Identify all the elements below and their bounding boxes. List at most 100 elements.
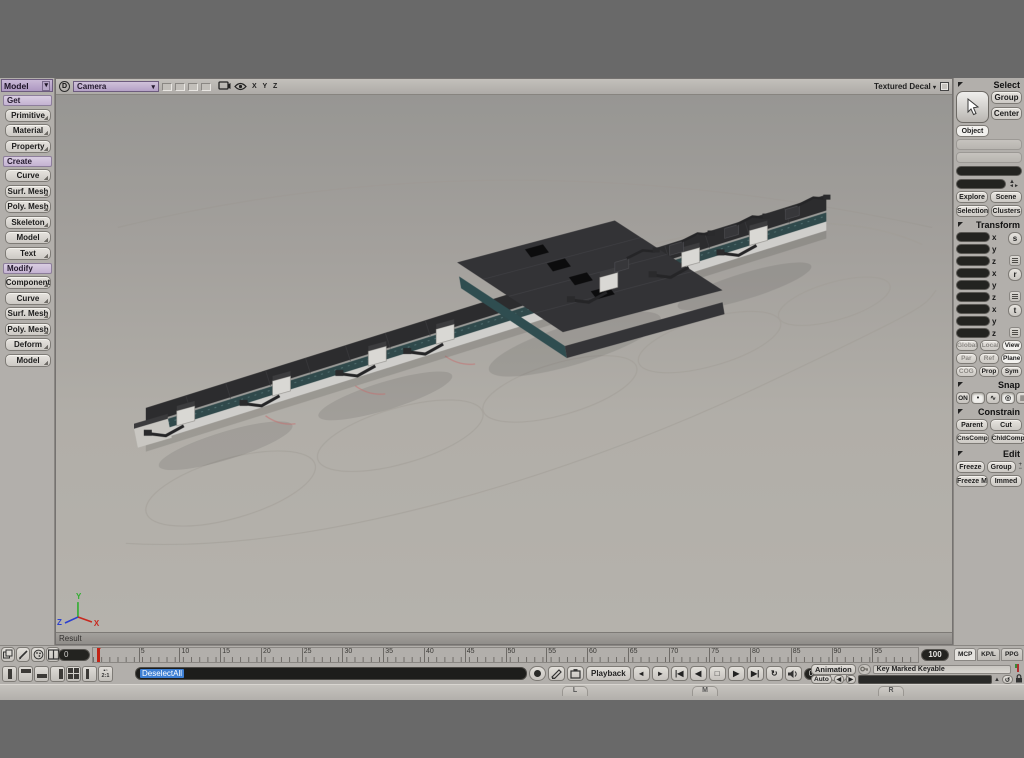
selection-text-field[interactable] [956,166,1022,176]
render-region-icon[interactable] [567,666,584,681]
key-icon[interactable] [858,664,871,675]
camera-icon[interactable] [218,78,231,96]
frame-step-back-button[interactable]: ◂ [633,666,650,681]
layout-vsplit-icon[interactable] [82,666,97,682]
scale-z-field[interactable] [956,256,990,266]
cut-button[interactable]: Cut [990,419,1022,431]
palette-icon[interactable] [31,647,45,662]
translate-z-field[interactable] [956,328,990,338]
maximize-viewport-icon[interactable] [940,82,949,91]
timeline-ruler[interactable]: 5101520253035404550556065707580859095 [92,647,919,663]
rotate-y-field[interactable] [956,280,990,290]
modify-curve-button[interactable]: Curve [5,292,51,305]
module-menu[interactable]: Model ▾ [1,79,53,92]
command-input[interactable]: DeselectAll [135,667,527,680]
object-filter-button[interactable]: Object [956,125,989,137]
layout-quad-icon[interactable] [66,666,81,682]
go-to-end-button[interactable]: ▶| [747,666,764,681]
par-mode-button[interactable]: Par [956,353,977,364]
character-key-sets-field[interactable] [858,675,992,684]
frame-step-forward-button[interactable]: ▸ [652,666,669,681]
memo-cam-slot[interactable] [162,83,172,91]
camera-view-dropdown[interactable]: Camera▾ [73,81,159,92]
rotate-z-field[interactable] [956,292,990,302]
pen-tool-icon[interactable] [16,647,30,662]
scale-x-field[interactable] [956,232,990,242]
scale-y-field[interactable] [956,244,990,254]
snap-curve-icon[interactable]: ∿ [986,392,1000,404]
eye-icon[interactable] [234,78,247,96]
create-surf-mesh-button[interactable]: Surf. Mesh [5,185,51,198]
layout-right-icon[interactable] [50,666,65,682]
resolution-ratio-button[interactable]: ▪▫2:1 [98,666,113,682]
rotate-options-icon[interactable] [1009,291,1021,302]
ref-mode-button[interactable]: Ref [979,353,1000,364]
playhead[interactable] [97,648,100,662]
memo-cam-slot[interactable] [201,83,211,91]
memo-cam-slot[interactable] [175,83,185,91]
snap-section-header[interactable]: Snap [956,379,1022,390]
viewport-3d-scene[interactable]: Y X Z [56,95,952,632]
modify-component-button[interactable]: Component [5,276,51,289]
constrain-section-header[interactable]: Constrain [956,406,1022,417]
next-key-button[interactable]: ▶ [846,675,856,684]
translate-y-field[interactable] [956,316,990,326]
layout-single-icon[interactable] [2,666,17,682]
selection-button[interactable]: Selection [956,205,989,217]
select-tool-button[interactable] [956,91,989,123]
memo-cam-slot[interactable] [188,83,198,91]
display-mode-menu[interactable]: Textured Decal ▾ [874,82,936,91]
tab-mcp[interactable]: MCP [954,648,976,661]
translate-options-icon[interactable] [1009,327,1021,338]
tab-ppg[interactable]: PPG [1001,648,1023,661]
create-poly-mesh-button[interactable]: Poly. Mesh [5,200,51,213]
stop-button[interactable]: □ [709,666,726,681]
create-text-button[interactable]: Text [5,247,51,260]
animation-menu-button[interactable]: Animation [811,664,856,675]
parent-button[interactable]: Parent [956,419,988,431]
cog-button[interactable]: COG [956,366,977,377]
property-button[interactable]: Property [5,140,51,153]
autokey-toggle[interactable]: Auto [811,675,832,684]
group-select-button[interactable]: Group [991,91,1022,104]
scene-button[interactable]: Scene [990,191,1022,203]
freeze-button[interactable]: Freeze [956,461,985,473]
audio-icon[interactable] [785,666,802,681]
edit-group-button[interactable]: Group [987,461,1016,473]
plus-minus-icon[interactable]: +− [1019,463,1023,471]
filter-slot[interactable] [956,152,1022,163]
play-backward-button[interactable]: ◀ [690,666,707,681]
prev-key-button[interactable]: ◀ [834,675,844,684]
key-marked-keyable-field[interactable]: Key Marked Keyable [873,665,1011,674]
start-frame-field[interactable]: 0 [58,649,90,661]
rotate-x-field[interactable] [956,268,990,278]
cnscomp-button[interactable]: CnsComp [956,433,989,444]
tab-kpl[interactable]: KP/L [977,648,999,661]
clusters-button[interactable]: Clusters [991,205,1022,217]
spinner-arrows-icon[interactable]: ▲◄► [1009,180,1019,188]
create-model-button[interactable]: Model [5,231,51,244]
material-button[interactable]: Material [5,124,51,137]
filter-slot[interactable] [956,139,1022,150]
translate-x-field[interactable] [956,304,990,314]
edit-section-header[interactable]: Edit [956,448,1022,459]
transform-section-header[interactable]: Transform [956,219,1022,230]
cycle-icon[interactable]: ↺ [1002,675,1013,684]
axis-lock-buttons[interactable]: X Y Z [252,83,279,90]
up-arrow-icon[interactable]: ▲ [994,677,1000,683]
snap-grid-icon[interactable]: ▦ [1016,392,1024,404]
go-to-start-button[interactable]: |◀ [671,666,688,681]
rotate-tool-button[interactable]: r [1008,268,1022,281]
record-icon[interactable] [529,666,546,681]
snap-on-toggle[interactable]: ON [956,392,970,404]
plane-mode-button[interactable]: Plane [1001,353,1022,364]
layout-top-icon[interactable] [18,666,33,682]
freeze-m-button[interactable]: Freeze M [956,475,988,487]
view-mode-button[interactable]: View [1002,340,1022,351]
local-mode-button[interactable]: Local [980,340,1000,351]
sym-button[interactable]: Sym [1001,366,1022,377]
chldcomp-button[interactable]: ChldComp [991,433,1024,444]
play-forward-button[interactable]: ▶ [728,666,745,681]
loop-icon[interactable]: ↻ [766,666,783,681]
modify-surf-mesh-button[interactable]: Surf. Mesh [5,307,51,320]
